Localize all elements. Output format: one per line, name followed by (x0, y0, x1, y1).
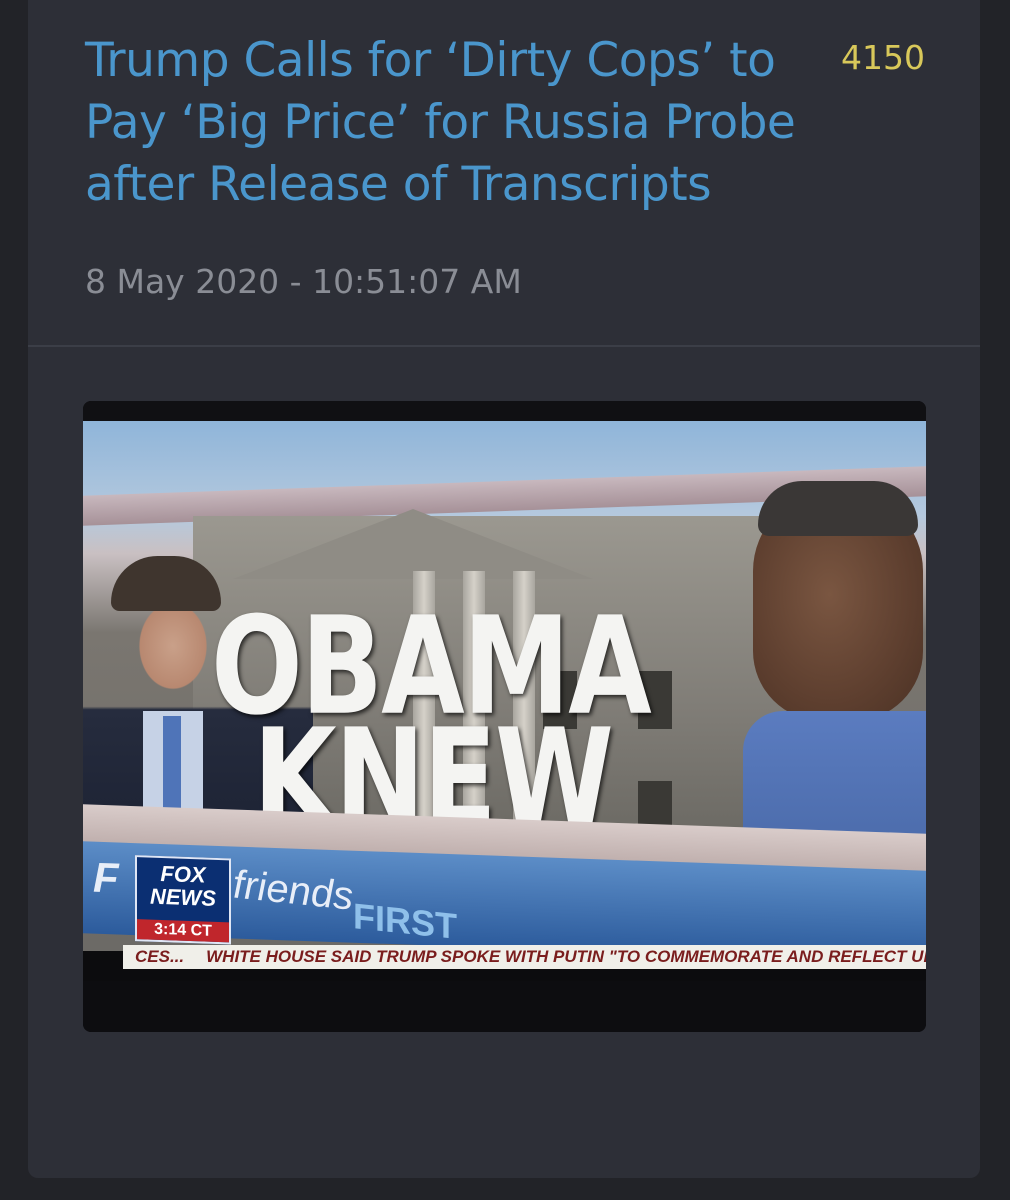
show-name-suffix: FIRST (353, 895, 457, 947)
page: Trump Calls for ‘Dirty Cops’ to Pay ‘Big… (0, 0, 1010, 1200)
news-ticker: CES... WHITE HOUSE SAID TRUMP SPOKE WITH … (123, 945, 926, 969)
tv-bezel-top (83, 401, 926, 421)
fox-news-logo: FOX NEWS 3:14 CT (135, 855, 231, 945)
divider (28, 345, 980, 347)
ticker-prefix: CES... (135, 947, 185, 966)
ticker-text: WHITE HOUSE SAID TRUMP SPOKE WITH PUTIN … (206, 947, 926, 966)
broadcast-time: 3:14 CT (137, 919, 229, 943)
l2: NEWS (150, 883, 216, 911)
post-image[interactable]: OBAMA KNEW F FOX NEWS 3:14 CT friends FI… (83, 401, 926, 1032)
show-name: friends (233, 862, 354, 919)
post-timestamp: 8 May 2020 - 10:51:07 AM (85, 262, 522, 301)
show-logo-mark: F (93, 853, 119, 902)
hair (758, 481, 918, 536)
hair (111, 556, 221, 611)
lower-third: F FOX NEWS 3:14 CT friends FIRST CES... W… (83, 841, 926, 981)
news-card: Trump Calls for ‘Dirty Cops’ to Pay ‘Big… (28, 0, 980, 1178)
score-badge: 4150 (841, 38, 925, 77)
tv-bezel-bottom (83, 981, 926, 1032)
headline-link[interactable]: Trump Calls for ‘Dirty Cops’ to Pay ‘Big… (85, 30, 825, 216)
